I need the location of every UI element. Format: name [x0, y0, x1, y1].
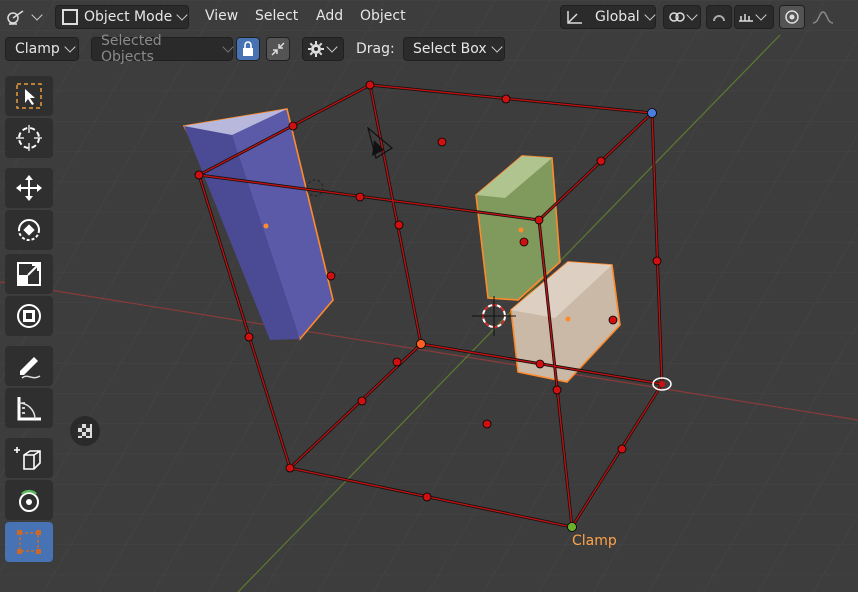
transform-orientation-icon	[567, 11, 582, 24]
drag-value: Select Box	[413, 41, 487, 57]
pivot-dropdown[interactable]	[663, 5, 701, 29]
tool-move[interactable]	[5, 168, 53, 208]
scale-icon	[17, 262, 41, 286]
spin-icon	[19, 489, 39, 512]
3d-viewport[interactable]: Clamp	[0, 0, 858, 592]
tool-spin[interactable]	[5, 480, 53, 520]
mode-dropdown[interactable]: Object Mode	[55, 5, 189, 29]
selected-objects-label: Selected Objects	[101, 33, 162, 65]
lock-icon	[243, 41, 253, 56]
scene-editor-icon	[7, 10, 24, 25]
lock-toggle[interactable]	[236, 37, 260, 61]
proportional-editing-icon	[785, 10, 799, 24]
menu-add[interactable]: Add	[316, 8, 343, 24]
gizmo-label: Clamp	[572, 533, 617, 549]
clamp-label: Clamp	[15, 41, 60, 57]
drag-dropdown[interactable]: Select Box	[403, 37, 505, 61]
snap-increment-icon	[739, 14, 753, 22]
snap-dropdown[interactable]	[734, 5, 774, 29]
clamp-dropdown[interactable]: Clamp	[5, 37, 79, 61]
shrink-toggle[interactable]	[266, 37, 290, 61]
viewport-header: Object Mode View Select Add Object Globa…	[0, 0, 858, 34]
selected-objects-dropdown[interactable]: Selected Objects	[91, 33, 234, 65]
tool-annotate[interactable]	[5, 346, 53, 386]
tool-select-box[interactable]	[5, 76, 53, 116]
menu-object[interactable]: Object	[360, 8, 406, 24]
transform-icon	[17, 304, 41, 328]
mode-label: Object Mode	[84, 9, 173, 25]
tool-rotate[interactable]	[5, 210, 53, 250]
cursor-icon	[16, 125, 42, 151]
proportional-toggle[interactable]	[779, 5, 805, 29]
tool-measure[interactable]	[5, 388, 53, 428]
shrink-icon	[271, 42, 285, 56]
checker-icon[interactable]	[70, 416, 100, 446]
snap-toggle[interactable]	[706, 5, 732, 29]
toolbox	[0, 74, 60, 574]
tool-add-cube[interactable]	[5, 438, 53, 478]
tool-transform[interactable]	[5, 296, 53, 336]
tool-cage-transform[interactable]	[5, 522, 53, 562]
pivot-point-icon	[669, 12, 685, 22]
editor-type-button[interactable]	[5, 5, 45, 29]
select-box-icon	[16, 83, 42, 109]
settings-dropdown[interactable]	[302, 37, 344, 61]
tool-cursor[interactable]	[5, 118, 53, 158]
measure-icon	[17, 397, 41, 421]
annotate-icon	[20, 357, 41, 379]
add-cube-icon	[14, 447, 41, 470]
falloff-dropdown[interactable]	[807, 5, 847, 29]
orientation-dropdown[interactable]: Global	[560, 5, 656, 29]
falloff-curve-icon	[812, 11, 834, 24]
gear-icon	[308, 41, 324, 57]
cage-transform-icon	[17, 530, 41, 554]
orientation-label: Global	[595, 9, 640, 25]
rotate-icon	[18, 219, 40, 241]
move-icon	[16, 175, 42, 201]
menu-view[interactable]: View	[205, 8, 238, 24]
tool-settings-bar: Clamp Selected Objects Drag: Select Box	[0, 33, 520, 65]
drag-label: Drag:	[356, 41, 395, 57]
snap-magnet-icon	[713, 15, 725, 22]
viewport-scene	[0, 0, 858, 592]
object-mode-icon	[62, 9, 78, 25]
menu-select[interactable]: Select	[255, 8, 298, 24]
tool-scale[interactable]	[5, 254, 53, 294]
